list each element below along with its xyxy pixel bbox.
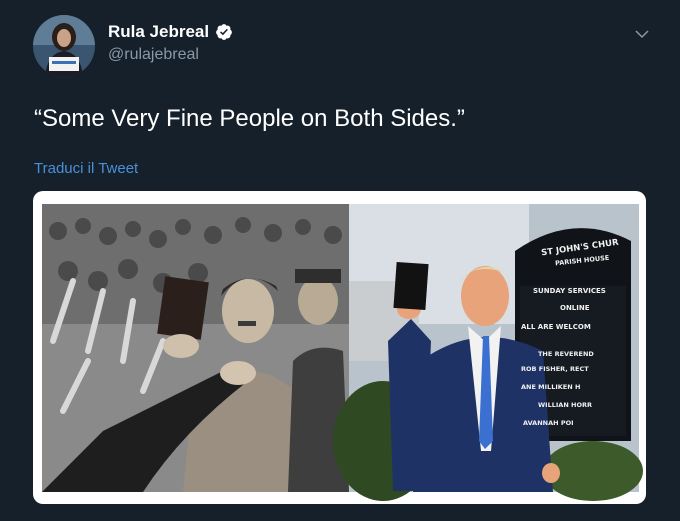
left-photo [42, 204, 349, 492]
sign-line: WILLIAN HORR [538, 401, 592, 409]
tweet-media[interactable]: ST JOHN'S CHUR PARISH HOUSE SUNDAY SERVI… [33, 191, 646, 504]
display-name[interactable]: Rula Jebreal [108, 22, 209, 42]
sign-line: ONLINE [560, 304, 590, 312]
sign-line: SUNDAY SERVICES [533, 287, 606, 295]
chevron-down-icon[interactable] [634, 26, 650, 42]
sign-line: THE REVEREND [538, 350, 594, 358]
tweet-text: “Some Very Fine People on Both Sides.” [34, 105, 465, 132]
sign-line: ROB FISHER, RECT [521, 365, 589, 373]
tweet-card: Rula Jebreal @rulajebreal “Some Very Fin… [0, 0, 680, 521]
sign-line: AVANNAH POI [523, 419, 574, 427]
sign-line: ANE MILLIKEN H [521, 383, 580, 391]
avatar[interactable] [33, 15, 95, 77]
sign-line: ALL ARE WELCOM [521, 323, 591, 331]
handle[interactable]: @rulajebreal [108, 46, 199, 64]
verified-badge-icon [216, 24, 232, 40]
translate-tweet-link[interactable]: Traduci il Tweet [34, 160, 138, 177]
